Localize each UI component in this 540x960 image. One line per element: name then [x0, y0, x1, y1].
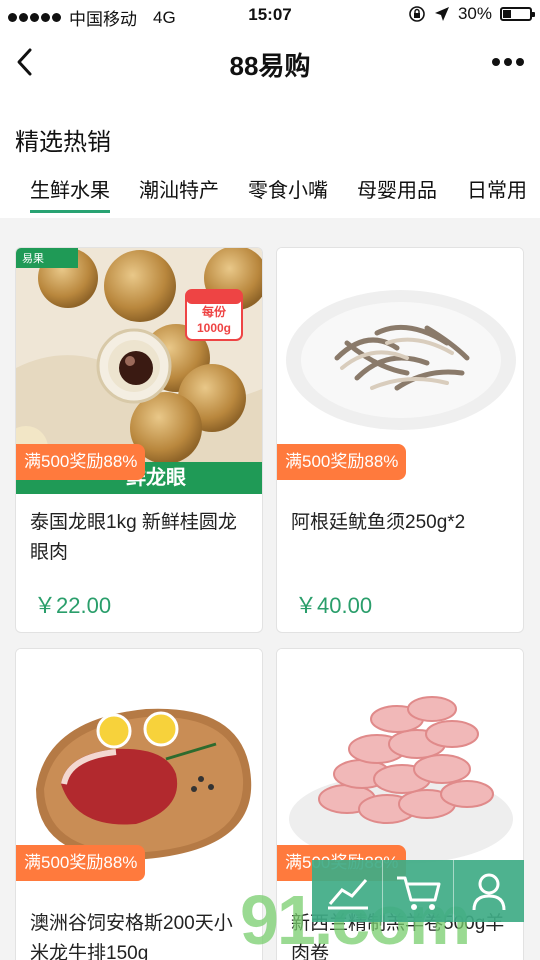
product-card[interactable]: 满500奖励88% 阿根廷鱿鱼须250g*2 ￥40.00: [276, 247, 524, 633]
product-card[interactable]: 满500奖励88% 澳洲谷饲安格斯200天小米龙牛排150g: [15, 648, 263, 960]
product-card[interactable]: 易果 每份 1000g 鲜龙眼 满500奖励88% 泰国龙眼1kg 新鲜桂圆龙眼…: [15, 247, 263, 633]
category-tabs: 生鲜水果 潮汕特产 零食小嘴 母婴用品 日常用: [0, 168, 540, 214]
battery-percent: 30%: [457, 4, 492, 23]
battery-icon: [500, 7, 535, 21]
nav-bar: 88易购: [0, 30, 540, 94]
battery-fill: [503, 10, 511, 18]
promo-badge: 满500奖励88%: [277, 444, 407, 480]
product-price: ￥40.00: [295, 593, 373, 618]
product-image: 满500奖励88%: [277, 248, 523, 494]
promo-badge: 满500奖励88%: [16, 845, 146, 881]
tab-baby-products[interactable]: 母婴用品: [357, 174, 437, 203]
weight-badge: 每份 1000g: [185, 289, 243, 341]
brand-logo-text: 易果: [22, 252, 44, 265]
promo-badge: 满500奖励88%: [16, 444, 146, 480]
product-name: 阿根廷鱿鱼须250g*2: [291, 512, 466, 533]
location-icon: [434, 7, 449, 21]
cart-icon: [397, 876, 441, 910]
product-image: 满500奖励88%: [16, 649, 262, 895]
product-name: 澳洲谷饲安格斯200天小米龙牛排150g: [30, 913, 233, 960]
user-icon: [472, 873, 506, 911]
floating-action-bar: [312, 860, 524, 922]
product-image: 满500奖励88%: [277, 649, 523, 895]
product-image: 易果 每份 1000g 鲜龙眼 满500奖励88%: [16, 248, 262, 494]
svg-text:每份: 每份: [202, 304, 227, 319]
stats-button[interactable]: [312, 860, 382, 922]
page-title: 88易购: [229, 51, 311, 81]
profile-button[interactable]: [453, 860, 524, 922]
status-bar: 中国移动 4G 15:07 30%: [0, 0, 540, 30]
page: 中国移动 4G 15:07 30% 88易购 精选热销 生鲜水果 潮汕特产 零食…: [0, 0, 540, 960]
tab-snacks[interactable]: 零食小嘴: [248, 174, 328, 203]
tab-fresh-fruit[interactable]: 生鲜水果: [30, 174, 110, 213]
tab-daily-use[interactable]: 日常用: [467, 174, 527, 203]
svg-text:1000g: 1000g: [197, 321, 231, 335]
section-title: 精选热销: [15, 129, 111, 156]
product-price: ￥22.00: [34, 593, 112, 618]
product-name: 泰国龙眼1kg 新鲜桂圆龙眼肉: [30, 512, 237, 563]
more-menu-icon[interactable]: [484, 52, 524, 72]
chart-icon: [328, 879, 368, 910]
status-right: 30%: [408, 4, 535, 24]
tab-chaoshan-specialties[interactable]: 潮汕特产: [139, 174, 219, 203]
hot-sales-section: 精选热销 生鲜水果 潮汕特产 零食小嘴 母婴用品 日常用: [0, 94, 540, 218]
cart-button[interactable]: [382, 860, 453, 922]
rotation-lock-icon: [409, 6, 425, 22]
